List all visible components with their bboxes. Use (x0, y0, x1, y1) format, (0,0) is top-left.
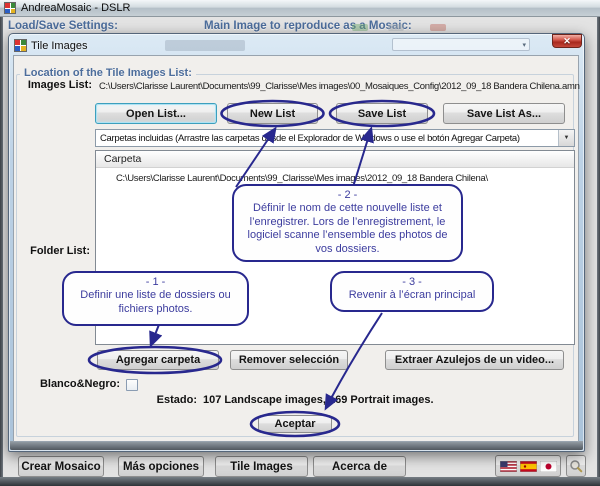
callout-3-number: - 3 - (340, 276, 484, 289)
callout-step-3: - 3 - Revenir à l’écran principal (330, 271, 494, 312)
blanco-negro-checkbox[interactable] (126, 379, 138, 391)
dialog-title: Tile Images (31, 40, 87, 52)
groupbox-title: Location of the Tile Images List: (20, 67, 196, 79)
main-window-title: AndreaMosaic - DSLR (21, 2, 130, 14)
images-list-path: C:\Users\Clarisse Laurent\Documents\99_C… (99, 81, 580, 92)
save-list-as-button[interactable]: Save List As... (443, 103, 565, 124)
mas-opciones-button[interactable]: Más opciones (118, 456, 204, 477)
aceptar-button[interactable]: Aceptar (258, 415, 332, 433)
search-button[interactable] (566, 455, 586, 477)
extraer-azulejos-button[interactable]: Extraer Azulejos de un video... (385, 350, 564, 370)
window-border-left (0, 17, 3, 486)
blanco-negro-label: Blanco&Negro: (20, 378, 120, 390)
open-list-button[interactable]: Open List... (95, 103, 217, 124)
dialog-icon (14, 39, 27, 52)
spain-flag-icon (520, 461, 537, 472)
list-item[interactable]: C:\Users\Clarisse Laurent\Documents\99_C… (96, 168, 574, 184)
callout-1-number: - 1 - (72, 276, 239, 289)
chevron-down-icon[interactable]: ▼ (558, 130, 574, 146)
japan-flag-icon (540, 461, 557, 472)
us-flag-icon (500, 461, 517, 472)
close-icon: ✕ (563, 36, 571, 47)
load-save-settings-label: Load/Save Settings: (8, 20, 118, 32)
callout-1-text: Definir une liste de dossiers ou fichier… (80, 289, 230, 314)
estado-value: 107 Landscape images, 169 Portrait image… (203, 394, 434, 406)
titlebar-ghost-dropdown: ▾ (392, 38, 530, 51)
dialog-close-button[interactable]: ✕ (552, 34, 582, 48)
save-list-button[interactable]: Save List (336, 103, 428, 124)
app-icon (4, 2, 16, 14)
main-image-label: Main Image to reproduce as a Mosaic: (204, 20, 412, 32)
acerca-de-button[interactable]: Acerca de (313, 456, 406, 477)
window-border-bottom (0, 477, 600, 486)
combobox-value: Carpetas incluidas (Arrastre las carpeta… (96, 133, 558, 144)
images-list-label: Images List: (16, 79, 92, 91)
ghost-gray-chip (388, 24, 404, 31)
callout-step-2: - 2 - Définir le nom de cette nouvelle l… (232, 184, 463, 262)
folder-mode-combobox[interactable]: Carpetas incluidas (Arrastre las carpeta… (95, 129, 575, 147)
ghost-green-chip (352, 24, 368, 31)
magnifier-icon (569, 459, 583, 473)
callout-step-1: - 1 - Definir une liste de dossiers ou f… (62, 271, 249, 326)
callout-3-text: Revenir à l’écran principal (349, 289, 476, 301)
crear-mosaico-button[interactable]: Crear Mosaico (18, 456, 104, 477)
folder-list-label: Folder List: (12, 245, 90, 257)
titlebar-ghost-shape (165, 40, 245, 51)
estado-label: Estado: (20, 394, 197, 406)
language-flags-button[interactable] (495, 455, 561, 477)
remover-seleccion-button[interactable]: Remover selección (230, 350, 348, 370)
tile-images-button[interactable]: Tile Images (215, 456, 308, 477)
callout-2-text: Définir le nom de cette nouvelle liste e… (248, 202, 448, 254)
list-column-header[interactable]: Carpeta (96, 151, 574, 168)
agregar-carpeta-button[interactable]: Agregar carpeta (97, 350, 219, 370)
screenshot-root: AndreaMosaic - DSLR Load/Save Settings: … (0, 0, 600, 486)
dialog-bottom-border (10, 441, 583, 450)
new-list-button[interactable]: New List (227, 103, 318, 124)
ghost-red-chip (430, 24, 446, 31)
callout-2-number: - 2 - (242, 189, 453, 202)
